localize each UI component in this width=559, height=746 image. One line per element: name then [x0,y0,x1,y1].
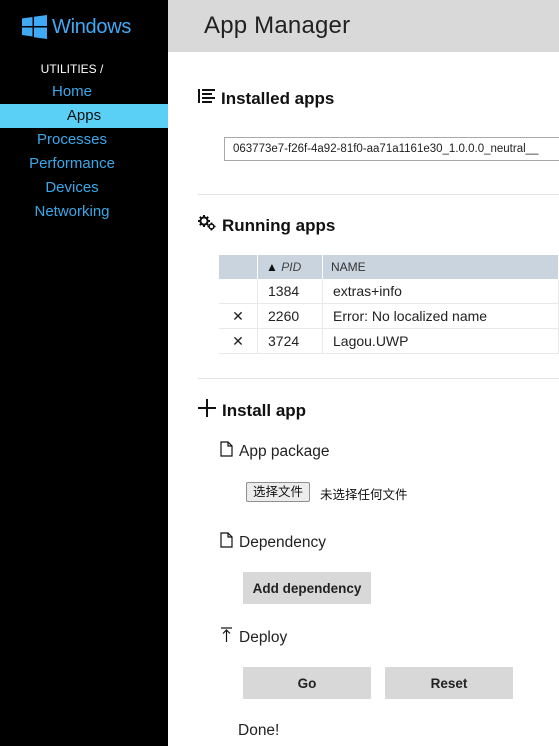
dependency-label: Dependency [220,532,326,553]
add-dependency-button[interactable]: Add dependency [243,572,371,604]
sidebar-item-performance[interactable]: Performance [0,152,144,176]
list-icon [198,88,215,109]
divider [198,194,559,195]
deploy-text: Deploy [239,628,288,646]
sidebar-section-label: UTILITIES / [40,62,104,76]
sidebar-item-label: Devices [45,179,99,196]
sidebar: Windows UTILITIES / Home Apps Processes … [0,0,168,746]
app-package-text: App package [239,442,330,460]
name-column-header[interactable]: NAME [322,255,559,279]
section-title-text: Install app [222,400,307,420]
close-cell [219,279,258,304]
file-icon [220,441,233,462]
name-header-label: NAME [331,260,366,274]
pid-cell: 2260 [257,303,323,329]
sidebar-item-devices[interactable]: Devices [0,176,144,200]
windows-icon [22,15,47,39]
app-package-label: App package [220,441,330,462]
sidebar-item-processes[interactable]: Processes [0,128,144,152]
section-title-text: Installed apps [221,88,335,108]
close-column-header [219,255,258,279]
table-header-row: ▲ PID NAME [219,255,559,279]
close-cell: ✕ [219,303,258,329]
deploy-label: Deploy [220,627,287,648]
sidebar-item-label: Performance [29,155,115,172]
table-row: 1384 extras+info [219,279,559,304]
table-row: ✕ 3724 Lagou.UWP [219,328,559,354]
close-cell: ✕ [219,328,258,354]
pid-column-header[interactable]: ▲ PID [257,255,323,279]
sidebar-item-networking[interactable]: Networking [0,200,144,224]
pid-header-label: PID [281,260,302,274]
deploy-status-text: Done! [238,722,280,739]
installed-apps-heading: Installed apps [198,88,334,109]
sort-ascending-icon: ▲ [266,260,278,274]
file-icon [220,532,233,553]
divider [198,378,559,379]
running-apps-table: ▲ PID NAME 1384 extras+info ✕ 2260 Error… [219,255,559,354]
sidebar-item-label: Networking [34,203,110,220]
choose-file-button[interactable]: 选择文件 [246,482,311,502]
plus-icon [198,399,216,422]
pid-cell: 3724 [257,328,323,354]
sidebar-nav: Home Apps Processes Performance Devices … [0,80,168,224]
sidebar-item-label: Home [51,83,92,100]
close-icon[interactable]: ✕ [232,308,244,325]
sidebar-item-home[interactable]: Home [0,80,144,104]
running-apps-heading: Running apps [198,215,335,236]
name-cell: Lagou.UWP [322,328,559,354]
sidebar-item-label: Processes [36,131,108,148]
installed-apps-select[interactable]: 063773e7-f26f-4a92-81f0-aa71a1161e30_1.0… [224,137,559,161]
upload-icon [220,627,233,648]
gears-icon [198,215,216,236]
pid-cell: 1384 [257,279,323,304]
file-status-text: 未选择任何文件 [320,487,408,502]
table-row: ✕ 2260 Error: No localized name [219,303,559,329]
sidebar-item-label: Apps [66,107,102,124]
section-title-text: Running apps [222,215,336,235]
name-cell: extras+info [322,279,559,304]
install-app-heading: Install app [198,399,306,422]
windows-logo: Windows [22,14,131,40]
reset-button[interactable]: Reset [385,667,513,699]
dependency-text: Dependency [239,533,327,551]
sidebar-item-apps[interactable]: Apps [0,104,168,128]
logo-text: Windows [52,15,132,38]
go-button[interactable]: Go [243,667,371,699]
page-header: App Manager [168,0,559,52]
page-title: App Manager [204,12,351,39]
close-icon[interactable]: ✕ [232,333,244,350]
name-cell: Error: No localized name [322,303,559,329]
